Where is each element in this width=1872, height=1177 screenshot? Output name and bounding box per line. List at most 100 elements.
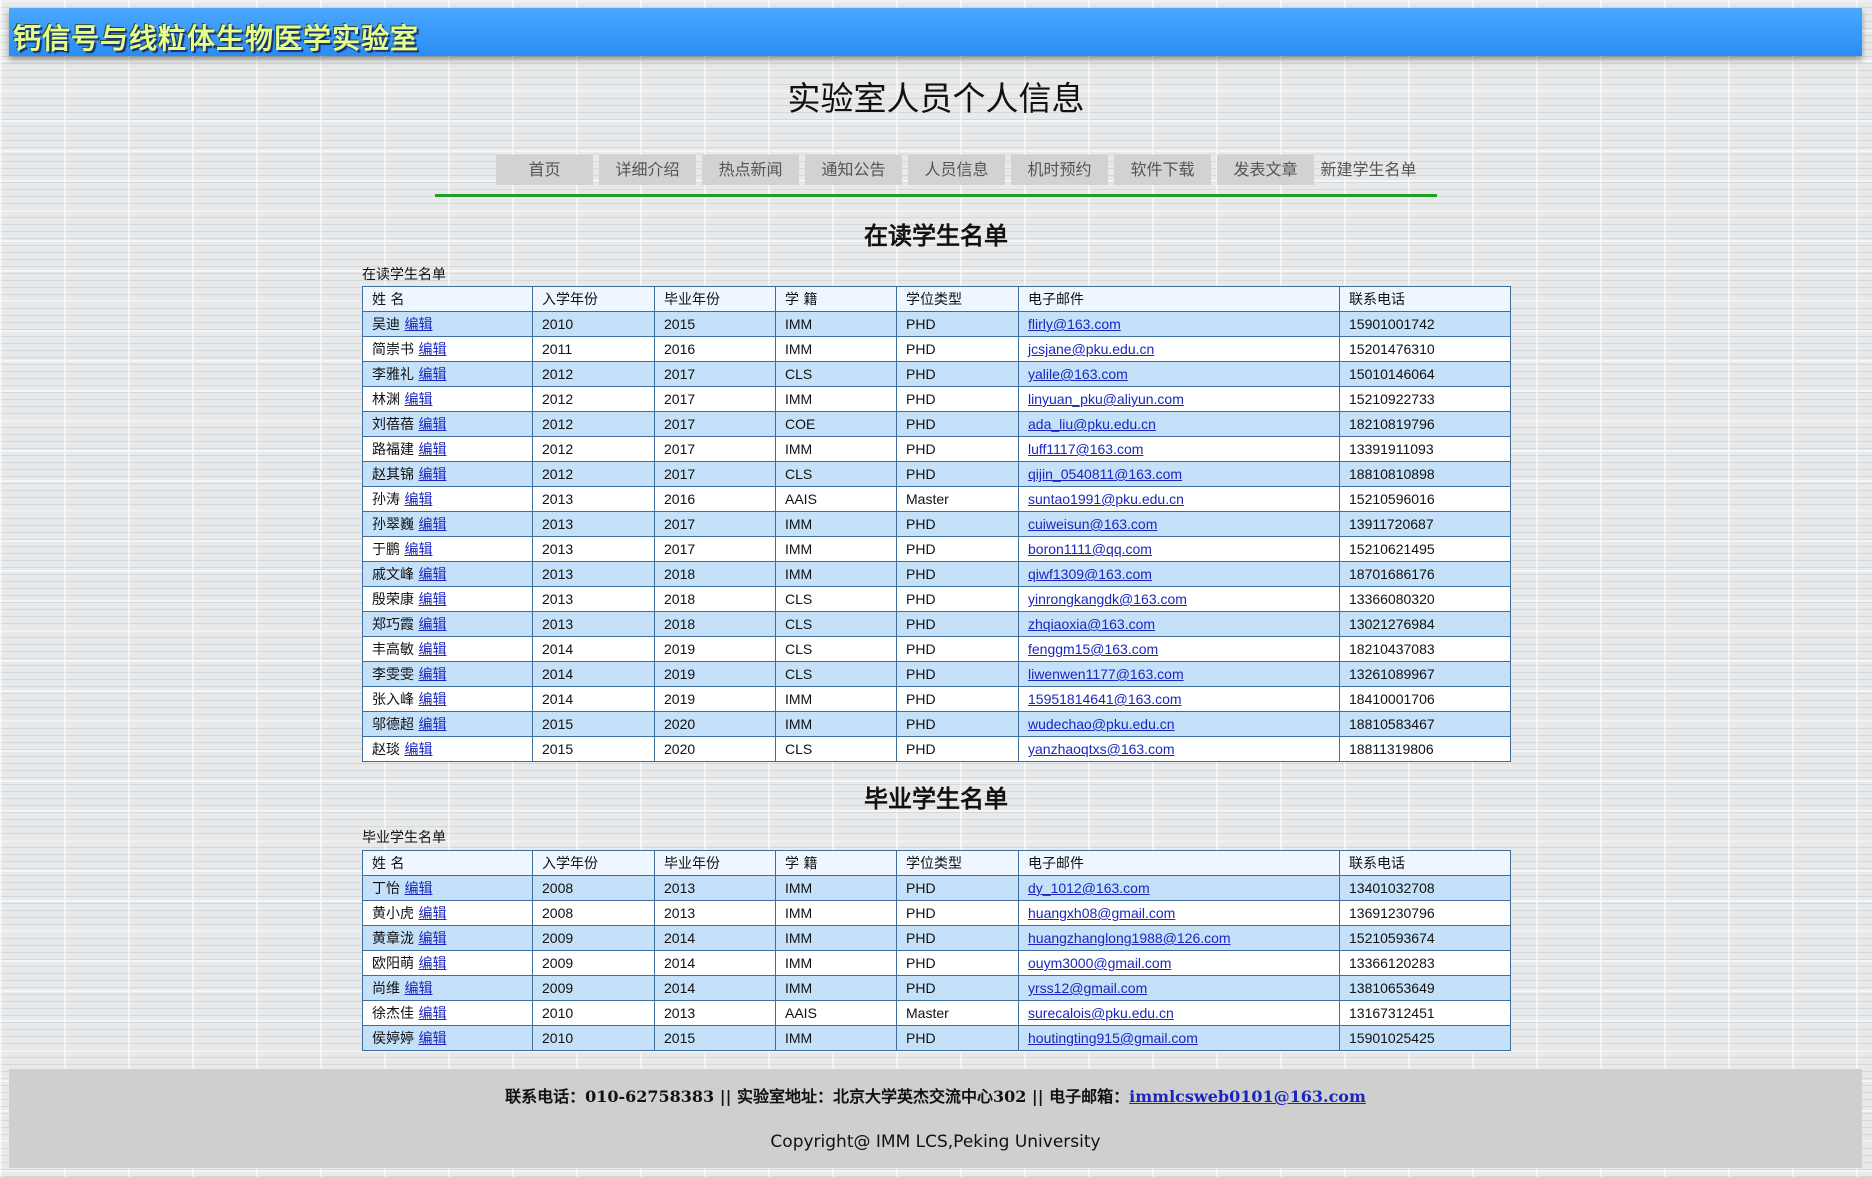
edit-link[interactable]: 编辑 [418,642,446,658]
edit-link[interactable]: 编辑 [418,367,446,383]
email-cell[interactable]: zhqiaoxia@163.com [1018,611,1340,637]
nav-booking[interactable]: 机时预约 [1011,155,1108,185]
email-cell[interactable]: huangzhanglong1988@126.com [1018,925,1340,951]
grad-year-cell: 2015 [654,311,776,337]
edit-link[interactable]: 编辑 [418,956,446,972]
email-link[interactable]: yinrongkangdk@163.com [1028,591,1187,607]
nav-notices[interactable]: 通知公告 [805,155,902,185]
email-cell[interactable]: yinrongkangdk@163.com [1018,586,1340,612]
email-cell[interactable]: qijin_0540811@163.com [1018,461,1340,487]
email-link[interactable]: jcsjane@pku.edu.cn [1028,341,1154,357]
email-cell[interactable]: ada_liu@pku.edu.cn [1018,411,1340,437]
email-link[interactable]: zhqiaoxia@163.com [1028,616,1155,632]
email-link[interactable]: flirly@163.com [1028,316,1121,332]
edit-link[interactable]: 编辑 [404,881,432,897]
email-link[interactable]: suntao1991@pku.edu.cn [1028,491,1184,507]
edit-link[interactable]: 编辑 [418,667,446,683]
nav-new-student-list[interactable]: 新建学生名单 [1320,155,1417,185]
email-link[interactable]: cuiweisun@163.com [1028,516,1157,532]
email-cell[interactable]: flirly@163.com [1018,311,1340,337]
email-cell[interactable]: huangxh08@gmail.com [1018,900,1340,926]
student-name: 丰高敏 [372,642,414,658]
edit-link[interactable]: 编辑 [418,692,446,708]
email-cell[interactable]: linyuan_pku@aliyun.com [1018,386,1340,412]
student-name-cell: 丁怡 编辑 [362,875,533,901]
school-cell: IMM [775,925,897,951]
edit-link[interactable]: 编辑 [418,467,446,483]
edit-link[interactable]: 编辑 [418,617,446,633]
edit-link[interactable]: 编辑 [404,542,432,558]
edit-link[interactable]: 编辑 [418,931,446,947]
email-cell[interactable]: surecalois@pku.edu.cn [1018,1000,1340,1026]
email-link[interactable]: yanzhaoqtxs@163.com [1028,741,1175,757]
edit-link[interactable]: 编辑 [404,392,432,408]
phone-cell: 15210922733 [1339,386,1511,412]
email-link[interactable]: boron1111@qq.com [1028,541,1152,557]
school-cell: IMM [775,436,897,462]
email-cell[interactable]: luff1117@163.com [1018,436,1340,462]
email-cell[interactable]: fenggm15@163.com [1018,636,1340,662]
email-cell[interactable]: yrss12@gmail.com [1018,975,1340,1001]
nav-downloads[interactable]: 软件下载 [1114,155,1211,185]
grad-year-cell: 2017 [654,386,776,412]
edit-link[interactable]: 编辑 [418,1006,446,1022]
edit-link[interactable]: 编辑 [404,317,432,333]
email-link[interactable]: wudechao@pku.edu.cn [1028,716,1175,732]
email-cell[interactable]: wudechao@pku.edu.cn [1018,711,1340,737]
email-link[interactable]: huangxh08@gmail.com [1028,905,1175,921]
nav-home[interactable]: 首页 [496,155,593,185]
edit-link[interactable]: 编辑 [404,742,432,758]
email-link[interactable]: liwenwen1177@163.com [1028,666,1184,682]
email-cell[interactable]: yanzhaoqtxs@163.com [1018,736,1340,762]
edit-link[interactable]: 编辑 [418,442,446,458]
email-cell[interactable]: qiwf1309@163.com [1018,561,1340,587]
email-link[interactable]: huangzhanglong1988@126.com [1028,930,1231,946]
edit-link[interactable]: 编辑 [418,717,446,733]
edit-link[interactable]: 编辑 [404,981,432,997]
school-cell: CLS [775,586,897,612]
email-link[interactable]: luff1117@163.com [1028,441,1143,457]
email-link[interactable]: ouym3000@gmail.com [1028,955,1171,971]
student-name: 邬德超 [372,717,414,733]
edit-link[interactable]: 编辑 [418,1031,446,1047]
edit-link[interactable]: 编辑 [418,417,446,433]
nav-publications[interactable]: 发表文章 [1217,155,1314,185]
email-cell[interactable]: liwenwen1177@163.com [1018,661,1340,687]
school-cell: IMM [775,975,897,1001]
email-cell[interactable]: houtingting915@gmail.com [1018,1025,1340,1051]
nav-news[interactable]: 热点新闻 [702,155,799,185]
email-cell[interactable]: suntao1991@pku.edu.cn [1018,486,1340,512]
email-link[interactable]: surecalois@pku.edu.cn [1028,1005,1174,1021]
email-cell[interactable]: boron1111@qq.com [1018,536,1340,562]
email-link[interactable]: yrss12@gmail.com [1028,980,1147,996]
email-cell[interactable]: yalile@163.com [1018,361,1340,387]
email-cell[interactable]: ouym3000@gmail.com [1018,950,1340,976]
edit-link[interactable]: 编辑 [418,517,446,533]
email-link[interactable]: houtingting915@gmail.com [1028,1030,1198,1046]
nav-people[interactable]: 人员信息 [908,155,1005,185]
degree-type-cell: PHD [896,386,1019,412]
edit-link[interactable]: 编辑 [418,567,446,583]
email-cell[interactable]: dy_1012@163.com [1018,875,1340,901]
edit-link[interactable]: 编辑 [418,906,446,922]
email-link[interactable]: dy_1012@163.com [1028,880,1150,896]
email-link[interactable]: qiwf1309@163.com [1028,566,1152,582]
email-link[interactable]: yalile@163.com [1028,366,1128,382]
footer-email-link[interactable]: immlcsweb0101@163.com [1129,1087,1366,1106]
edit-link[interactable]: 编辑 [418,342,446,358]
edit-link[interactable]: 编辑 [404,492,432,508]
email-link[interactable]: 15951814641@163.com [1028,691,1182,707]
email-link[interactable]: fenggm15@163.com [1028,641,1158,657]
nav-details[interactable]: 详细介绍 [599,155,696,185]
email-link[interactable]: ada_liu@pku.edu.cn [1028,416,1156,432]
degree-type-cell: PHD [896,561,1019,587]
student-name: 路福建 [372,442,414,458]
email-link[interactable]: linyuan_pku@aliyun.com [1028,391,1184,407]
email-cell[interactable]: cuiweisun@163.com [1018,511,1340,537]
edit-link[interactable]: 编辑 [418,592,446,608]
student-name-cell: 黄章泷 编辑 [362,925,533,951]
email-cell[interactable]: 15951814641@163.com [1018,686,1340,712]
email-cell[interactable]: jcsjane@pku.edu.cn [1018,336,1340,362]
student-name-cell: 赵其锦 编辑 [362,461,533,487]
email-link[interactable]: qijin_0540811@163.com [1028,466,1182,482]
